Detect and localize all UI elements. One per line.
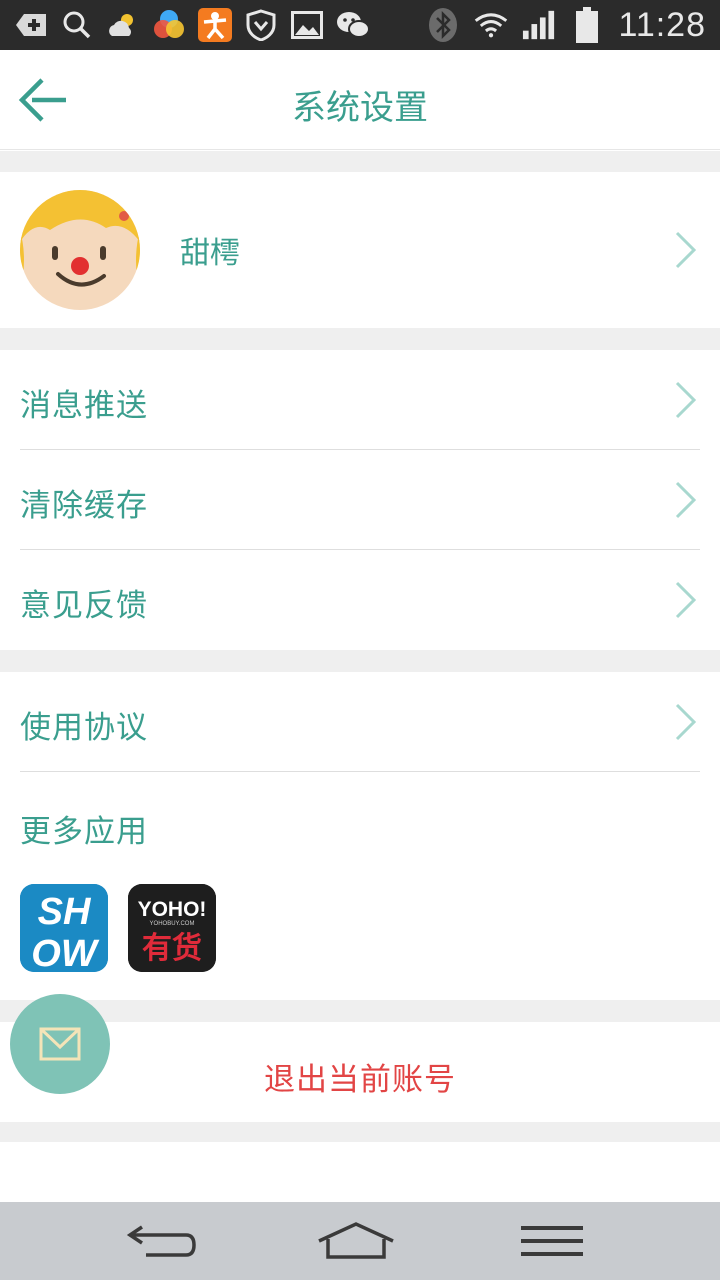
show-app-icon[interactable]: SH OW bbox=[20, 884, 108, 972]
usb-debug-icon bbox=[14, 8, 48, 42]
chevron-right-icon bbox=[675, 231, 697, 269]
chevron-right-icon bbox=[675, 703, 697, 741]
menu-item-label: 清除缓存 bbox=[20, 488, 148, 524]
show-app-text-top: SH bbox=[38, 891, 92, 933]
more-apps-section: 更多应用 SH OW YOHO! YOHOBUY.COM 有货 bbox=[0, 772, 720, 1000]
yoho-app-text-bottom: 有货 bbox=[142, 931, 202, 966]
page-title: 系统设置 bbox=[292, 88, 428, 128]
chevron-right-icon bbox=[675, 481, 697, 519]
profile-name: 甜樗 bbox=[180, 236, 240, 271]
chevron-right-icon bbox=[675, 381, 697, 419]
back-nav-icon bbox=[126, 1225, 196, 1257]
clown-avatar-icon bbox=[20, 190, 140, 310]
system-nav-bar bbox=[0, 1202, 720, 1280]
menu-item-message-push[interactable]: 消息推送 bbox=[0, 350, 720, 450]
menu-item-feedback[interactable]: 意见反馈 bbox=[0, 550, 720, 650]
menu-item-clear-cache[interactable]: 清除缓存 bbox=[0, 450, 720, 550]
show-app-text-bottom: OW bbox=[31, 933, 100, 972]
search-icon bbox=[60, 8, 94, 42]
signal-icon bbox=[522, 8, 556, 42]
yoho-app-text-top: YOHO! bbox=[138, 898, 207, 921]
more-apps-title: 更多应用 bbox=[20, 814, 148, 850]
section-separator bbox=[0, 1000, 720, 1022]
menu-item-label: 使用协议 bbox=[20, 710, 148, 746]
menu-item-label: 意见反馈 bbox=[20, 588, 148, 624]
nav-home-button[interactable] bbox=[316, 1216, 396, 1266]
yoho-app-icon[interactable]: YOHO! YOHOBUY.COM 有货 bbox=[128, 884, 216, 972]
battery-icon bbox=[570, 7, 604, 43]
section-separator bbox=[0, 151, 720, 172]
wechat-icon bbox=[336, 8, 370, 42]
bluetooth-icon bbox=[426, 8, 460, 42]
mail-icon bbox=[39, 1027, 81, 1061]
logout-label: 退出当前账号 bbox=[264, 1062, 456, 1098]
wifi-icon bbox=[474, 8, 508, 42]
nav-back-button[interactable] bbox=[122, 1216, 202, 1266]
fitness-app-icon bbox=[198, 8, 232, 42]
menu-item-user-agreement[interactable]: 使用协议 bbox=[0, 672, 720, 772]
mail-fab-button[interactable] bbox=[10, 994, 110, 1094]
weather-icon bbox=[106, 8, 140, 42]
home-nav-icon bbox=[318, 1222, 394, 1259]
nav-menu-button[interactable] bbox=[512, 1216, 592, 1266]
top-app-bar: 系统设置 bbox=[0, 50, 720, 150]
status-bar: 11:28 bbox=[0, 0, 720, 50]
menu-nav-icon bbox=[521, 1226, 583, 1256]
shield-icon bbox=[244, 8, 278, 42]
section-separator bbox=[0, 328, 720, 350]
section-separator bbox=[0, 650, 720, 672]
image-icon bbox=[290, 8, 324, 42]
color-app-icon bbox=[152, 8, 186, 42]
status-time: 11:28 bbox=[618, 5, 706, 44]
section-separator bbox=[0, 1122, 720, 1142]
menu-item-label: 消息推送 bbox=[20, 388, 148, 424]
yoho-app-text-sub: YOHOBUY.COM bbox=[150, 921, 195, 927]
chevron-right-icon bbox=[675, 581, 697, 619]
profile-row[interactable]: 甜樗 bbox=[0, 172, 720, 328]
